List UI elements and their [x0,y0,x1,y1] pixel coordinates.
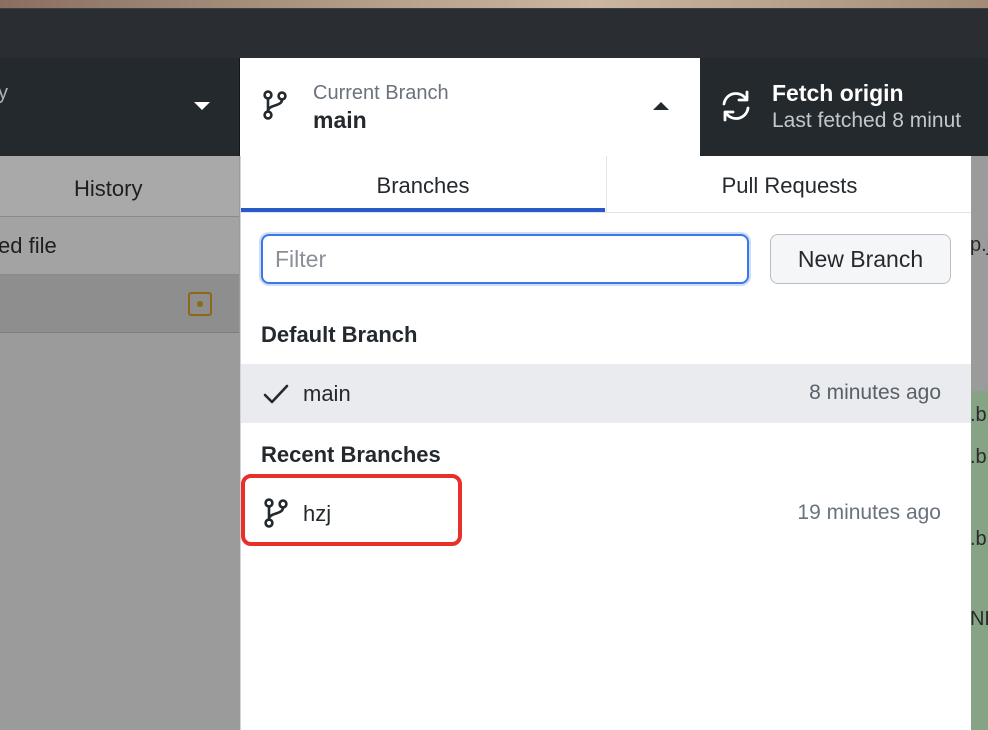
diff-added-lines [970,391,988,730]
fetch-origin-title: Fetch origin [772,80,904,106]
branch-name: main [303,381,351,406]
caret-up-icon [653,102,669,110]
new-branch-button[interactable]: New Branch [770,234,951,284]
branch-row-main[interactable]: main 8 minutes ago [241,364,971,423]
modified-file-icon [188,292,212,316]
branch-time: 8 minutes ago [809,381,941,404]
fetch-origin-button[interactable]: Fetch origin Last fetched 8 minut [700,58,988,156]
changed-files-header: ed file [0,217,239,275]
tab-pull-requests[interactable]: Pull Requests [606,156,972,212]
filter-input[interactable] [261,234,749,284]
branch-tabs: Branches Pull Requests [241,156,971,213]
branch-time: 19 minutes ago [797,501,941,524]
left-panel: History ed file [0,156,239,730]
repository-label: y [0,82,8,104]
toolbar: y Current Branch main Fetch origin Last … [0,58,988,156]
branch-dropdown: Branches Pull Requests New Branch Defaul… [240,156,971,730]
check-icon [263,383,289,410]
current-repository-button[interactable]: y [0,58,240,156]
tab-branches[interactable]: Branches [241,156,605,212]
changed-files-label: ed file [0,233,57,258]
changed-file-row[interactable] [0,275,239,333]
default-branch-heading: Default Branch [261,322,418,347]
window-title-bar [0,8,988,59]
current-branch-name: main [313,107,367,133]
diff-text-fragment: NL [970,608,988,630]
sync-icon [720,89,752,128]
git-branch-icon [262,90,288,125]
diff-text-fragment: p.j [970,234,988,256]
diff-text-fragment: .b [970,528,987,550]
highlight-annotation-box [241,474,462,546]
current-branch-label: Current Branch [313,82,449,104]
recent-branches-heading: Recent Branches [261,442,441,467]
last-fetched-text: Last fetched 8 minut [772,109,962,132]
caret-down-icon [194,102,210,110]
history-tab-label: History [74,176,143,201]
diff-area: p.j .b .b .b NL [970,156,988,730]
tab-history[interactable]: History [0,156,239,217]
diff-text-fragment: .b [970,446,987,468]
current-branch-button[interactable]: Current Branch main [240,58,700,156]
desktop-wallpaper [0,0,988,8]
diff-text-fragment: .b [970,404,987,426]
